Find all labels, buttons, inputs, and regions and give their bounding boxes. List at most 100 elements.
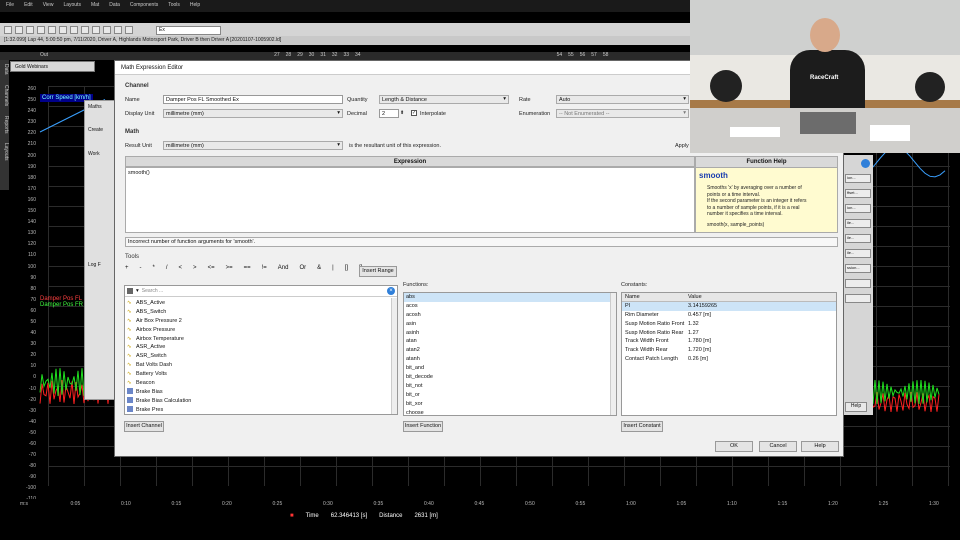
menu-item-0[interactable]: File [6, 2, 14, 10]
decimal-stepper-icon[interactable]: ⬍ [400, 110, 404, 116]
insert-range-button[interactable]: Insert Range [359, 266, 397, 277]
operator-button[interactable]: < [179, 265, 183, 271]
operator-button[interactable]: Or [299, 265, 306, 271]
help-button[interactable]: Help [801, 441, 839, 452]
panel-button-3[interactable]: ile... [845, 219, 871, 228]
constant-row[interactable]: PI 3.14159265 [622, 301, 836, 311]
function-item[interactable]: choose [404, 409, 616, 415]
menu-item-7[interactable]: Tools [168, 2, 180, 10]
ok-button[interactable]: OK [715, 441, 753, 452]
channel-item[interactable]: ∿ Beacon [125, 379, 397, 388]
save-icon[interactable] [15, 26, 23, 34]
channel-item[interactable]: ∿ ASR_Switch [125, 352, 397, 361]
operator-button[interactable]: * [153, 265, 155, 271]
channel-item[interactable]: ∿ ASR_Active [125, 343, 397, 352]
channel-item[interactable]: Brake Bias Calculation [125, 397, 397, 406]
menu-item-4[interactable]: Mat [91, 2, 99, 10]
constant-row[interactable]: Susp Motion Ratio Rear 1.27 [622, 329, 836, 338]
insert-constant-button[interactable]: Insert Constant [621, 421, 663, 432]
function-item[interactable]: asinh [404, 329, 616, 338]
function-item[interactable]: bit_not [404, 382, 616, 391]
menu-item-8[interactable]: Help [190, 2, 200, 10]
toolbar-select[interactable]: Ex [156, 25, 221, 35]
side-tab-0[interactable]: Data [0, 64, 9, 75]
function-item[interactable]: atan2 [404, 346, 616, 355]
operator-button[interactable]: | [332, 265, 334, 271]
insert-channel-button[interactable]: Insert Channel [124, 421, 164, 432]
constant-row[interactable]: Rim Diameter 0.457 [m] [622, 311, 836, 320]
interpolate-checkbox[interactable]: ✓ [411, 110, 417, 116]
panel-button-8[interactable] [845, 294, 871, 303]
side-tab-3[interactable]: Layouts [0, 143, 9, 161]
channel-item[interactable]: ∿ ABS_Switch [125, 308, 397, 317]
function-item[interactable]: atan [404, 337, 616, 346]
rate-select[interactable]: Auto [556, 95, 689, 104]
operator-button[interactable]: > [193, 265, 197, 271]
print-icon[interactable] [26, 26, 34, 34]
cut-icon[interactable] [37, 26, 45, 34]
function-item[interactable]: bit_xor [404, 400, 616, 409]
channel-item[interactable]: Brake Pres [125, 406, 397, 414]
channel-item[interactable]: ∿ Air Box Pressure 2 [125, 317, 397, 326]
operator-button[interactable]: == [244, 265, 251, 271]
channel-item[interactable]: Brake Bias [125, 388, 397, 397]
operator-button[interactable]: >= [226, 265, 233, 271]
search-input[interactable]: Search ... [142, 288, 163, 294]
function-item[interactable]: acos [404, 302, 616, 311]
layout-icon[interactable] [81, 26, 89, 34]
cancel-button[interactable]: Cancel [759, 441, 797, 452]
function-item[interactable]: bit_decode [404, 373, 616, 382]
enumeration-select[interactable]: -- Not Enumerated -- [556, 109, 689, 118]
zoom-icon[interactable] [70, 26, 78, 34]
display-unit-select[interactable]: millimetre (mm) [163, 109, 343, 118]
function-item[interactable]: acosh [404, 311, 616, 320]
workspace-select[interactable]: Gold Webinars [10, 61, 95, 72]
clear-search-icon[interactable]: × [387, 287, 395, 295]
side-tab-1[interactable]: Channels [0, 85, 9, 106]
menu-item-6[interactable]: Components [130, 2, 158, 10]
name-input[interactable]: Damper Pos FL Smoothed Ex [163, 95, 343, 104]
chevron-down-icon[interactable]: ▾ [136, 288, 139, 294]
panel-button-2[interactable]: ion... [845, 204, 871, 213]
channel-item[interactable]: ∿ Bat Volts Dash [125, 361, 397, 370]
channel-item[interactable]: ∿ Airbox Temperature [125, 335, 397, 344]
paste-icon[interactable] [59, 26, 67, 34]
filter-icon[interactable] [127, 288, 133, 294]
open-icon[interactable] [4, 26, 12, 34]
quantity-select[interactable]: Length & Distance [379, 95, 509, 104]
operator-button[interactable]: & [317, 265, 321, 271]
close-panel-icon[interactable] [861, 159, 870, 168]
constant-row[interactable]: Track Width Rear 1.720 [m] [622, 346, 836, 355]
menu-item-5[interactable]: Data [109, 2, 120, 10]
channel-item[interactable]: ∿ ABS_Active [125, 299, 397, 308]
operator-button[interactable]: [] [345, 265, 348, 271]
panel-button-7[interactable] [845, 279, 871, 288]
constant-row[interactable]: Susp Motion Ratio Front 1.32 [622, 320, 836, 329]
function-item[interactable]: atanh [404, 355, 616, 364]
create-button[interactable]: Create [85, 113, 117, 133]
function-scrollbar[interactable] [610, 293, 616, 415]
channel-item[interactable]: ∿ Airbox Pressure [125, 326, 397, 335]
operator-button[interactable]: != [262, 265, 267, 271]
side-tab-2[interactable]: Reports [0, 116, 9, 134]
expression-editor[interactable]: smooth() [125, 167, 695, 233]
cursor-icon[interactable] [103, 26, 111, 34]
channel-item[interactable]: ∿ Battery Volts [125, 370, 397, 379]
grid-icon[interactable] [92, 26, 100, 34]
constant-row[interactable]: Track Width Front 1.780 [m] [622, 337, 836, 346]
channel-scrollbar[interactable] [391, 298, 397, 414]
panel-button-0[interactable]: ion... [845, 174, 871, 183]
decimal-input[interactable]: 2 [379, 109, 399, 118]
menu-item-2[interactable]: View [43, 2, 54, 10]
panel-button-6[interactable]: ssion... [845, 264, 871, 273]
function-item[interactable]: bit_or [404, 391, 616, 400]
result-unit-select[interactable]: millimetre (mm) [163, 141, 343, 150]
play-icon[interactable] [114, 26, 122, 34]
stop-icon[interactable] [125, 26, 133, 34]
panel-button-1[interactable]: ffset... [845, 189, 871, 198]
copy-icon[interactable] [48, 26, 56, 34]
menu-item-3[interactable]: Layouts [63, 2, 81, 10]
operator-button[interactable]: And [278, 265, 289, 271]
panel-help-button[interactable]: Help [845, 402, 867, 412]
panel-button-5[interactable]: ile... [845, 249, 871, 258]
